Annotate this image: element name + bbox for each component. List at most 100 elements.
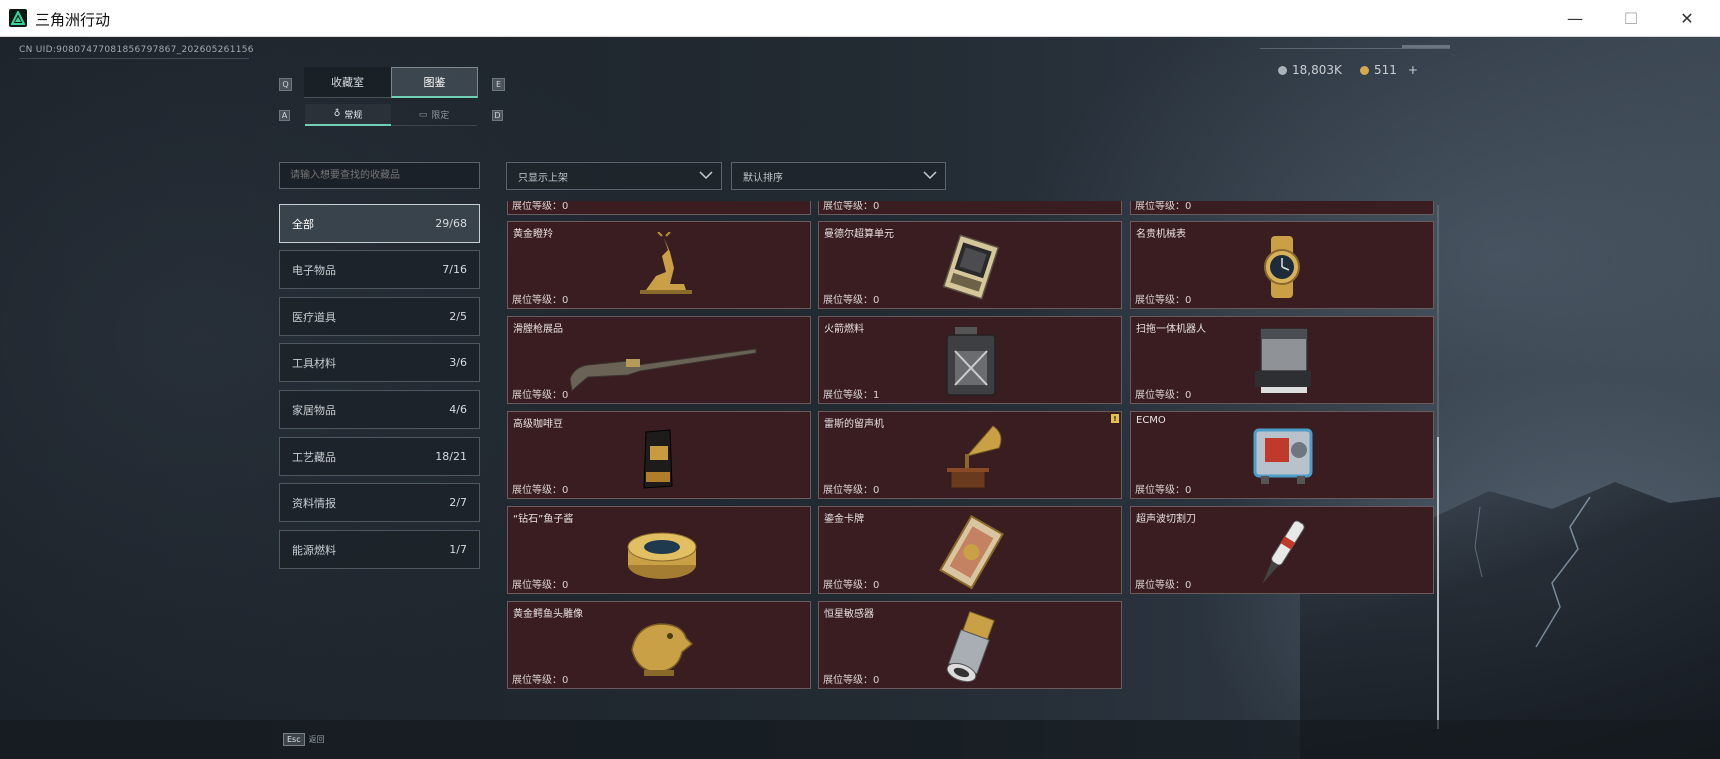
item-name: 超声波切割刀 xyxy=(1136,514,1196,525)
category-label: 电子物品 xyxy=(292,263,336,277)
chevron-down-icon xyxy=(923,171,937,180)
category-count: 1/7 xyxy=(449,543,467,556)
golden-gazelle-icon xyxy=(640,232,692,294)
back-label: 返回 xyxy=(308,734,325,744)
collection-grid: 展位等级：0 展位等级：0 展位等级：0 黄金瞪羚 展位等级：0 曼德尔超算单元 xyxy=(506,201,1436,729)
category-medical[interactable]: 医疗道具 2/5 xyxy=(279,297,480,336)
search-input[interactable] xyxy=(279,162,480,189)
item-name: ECMO xyxy=(1136,415,1166,426)
collection-card[interactable]: 黄金鳄鱼头雕像 展位等级：0 xyxy=(507,601,811,689)
booth-level: 展位等级：0 xyxy=(1135,580,1192,591)
window-title: 三角洲行动 xyxy=(35,11,111,29)
item-name: 鎏金卡牌 xyxy=(824,514,864,525)
dropdown-value: 只显示上架 xyxy=(518,172,568,184)
category-label: 全部 xyxy=(292,217,314,231)
collection-card[interactable]: 展位等级：0 xyxy=(818,201,1122,215)
category-label: 家居物品 xyxy=(292,403,336,417)
collection-card[interactable]: 滑膛枪展品 展位等级：0 xyxy=(507,316,811,404)
maximize-button[interactable]: ☐ xyxy=(1608,0,1654,37)
collection-card[interactable]: 恒星敏感器 展位等级：0 xyxy=(818,601,1122,689)
category-count: 7/16 xyxy=(442,263,467,276)
gold-coin-icon xyxy=(1360,65,1369,75)
booth-level: 展位等级：0 xyxy=(512,295,569,306)
add-currency-button[interactable]: + xyxy=(1408,63,1418,77)
gilded-card-icon xyxy=(939,515,1004,590)
category-electronics[interactable]: 电子物品 7/16 xyxy=(279,250,480,289)
booth-level: 展位等级：0 xyxy=(823,295,880,306)
item-name: 黄金鳄鱼头雕像 xyxy=(513,609,583,620)
display-filter-dropdown[interactable]: 只显示上架 xyxy=(506,162,722,190)
collection-card[interactable]: 雷斯的留声机 ! 展位等级：0 xyxy=(818,411,1122,499)
collection-card[interactable]: “钻石”鱼子酱 展位等级：0 xyxy=(507,506,811,594)
category-label: 医疗道具 xyxy=(292,310,336,324)
divider xyxy=(19,58,249,59)
item-name: 黄金瞪羚 xyxy=(513,229,553,240)
tab-collection-room[interactable]: 收藏室 xyxy=(304,67,391,98)
collection-card[interactable]: 扫拖一体机器人 展位等级：0 xyxy=(1130,316,1434,404)
gramophone-icon xyxy=(947,425,1002,489)
category-all[interactable]: 全部 29/68 xyxy=(279,204,480,243)
collection-card[interactable]: 黄金瞪羚 展位等级：0 xyxy=(507,221,811,309)
item-name: 名贵机械表 xyxy=(1136,229,1186,240)
collection-card[interactable]: 超声波切割刀 展位等级：0 xyxy=(1130,506,1434,594)
collection-card[interactable]: 展位等级：0 xyxy=(1130,201,1434,215)
currency-amount: 18,803K xyxy=(1292,63,1342,77)
subtab-label: 限定 xyxy=(431,111,450,121)
player-uid: CN UID:90807477081856797867_202605261156 xyxy=(19,45,254,55)
booth-level: 展位等级：0 xyxy=(823,485,880,496)
warning-icon: ! xyxy=(1111,414,1119,423)
subtab-limited[interactable]: ▭ 限定 xyxy=(391,104,477,126)
collection-card[interactable]: 鎏金卡牌 展位等级：0 xyxy=(818,506,1122,594)
subtab-regular[interactable]: ♁ 常规 xyxy=(305,104,391,126)
category-label: 工艺藏品 xyxy=(292,450,336,464)
divider xyxy=(1260,48,1450,49)
category-label: 资料情报 xyxy=(292,496,336,510)
collection-card[interactable]: 展位等级：0 xyxy=(507,201,811,215)
collection-card[interactable]: 名贵机械表 展位等级：0 xyxy=(1130,221,1434,309)
collection-card[interactable]: 火箭燃料 展位等级：1 xyxy=(818,316,1122,404)
collection-card[interactable]: 高级咖啡豆 展位等级：0 xyxy=(507,411,811,499)
item-name: 火箭燃料 xyxy=(824,324,864,335)
coffee-beans-icon xyxy=(643,429,673,489)
cleaning-robot-icon xyxy=(1255,328,1311,393)
ultrasonic-cutter-icon xyxy=(1262,520,1305,584)
rocket-fuel-icon xyxy=(946,327,996,396)
dropdown-value: 默认排序 xyxy=(743,172,783,184)
category-tools[interactable]: 工具材料 3/6 xyxy=(279,343,480,382)
collection-card[interactable]: 曼德尔超算单元 展位等级：0 xyxy=(818,221,1122,309)
minimize-button[interactable]: — xyxy=(1552,0,1598,37)
category-count: 4/6 xyxy=(449,403,467,416)
supercomputer-unit-icon xyxy=(942,234,1000,300)
scrollbar-thumb[interactable] xyxy=(1437,437,1439,729)
crocodile-statue-icon xyxy=(631,623,694,676)
category-intel[interactable]: 资料情报 2/7 xyxy=(279,483,480,522)
lightning-decoration xyxy=(1474,496,1591,648)
item-name: 恒星敏感器 xyxy=(824,609,874,620)
category-household[interactable]: 家居物品 4/6 xyxy=(279,390,480,429)
esc-key-hint: Esc xyxy=(283,732,305,746)
category-count: 2/7 xyxy=(449,496,467,509)
category-crafts[interactable]: 工艺藏品 18/21 xyxy=(279,437,480,476)
booth-level: 展位等级：0 xyxy=(1135,201,1192,212)
back-button[interactable]: Esc 返回 xyxy=(283,731,325,747)
flask-icon: ♁ xyxy=(333,109,341,119)
booth-level: 展位等级：0 xyxy=(512,580,569,591)
caviar-icon xyxy=(627,532,697,579)
sort-dropdown[interactable]: 默认排序 xyxy=(731,162,946,190)
key-hint-q: Q xyxy=(279,78,292,91)
close-button[interactable]: ✕ xyxy=(1664,0,1710,37)
category-count: 29/68 xyxy=(435,217,467,230)
booth-level: 展位等级：0 xyxy=(512,201,569,212)
chevron-down-icon xyxy=(699,171,713,180)
category-energy[interactable]: 能源燃料 1/7 xyxy=(279,530,480,569)
currency-amount: 511 xyxy=(1374,63,1397,77)
luxury-watch-icon xyxy=(1264,236,1300,298)
collection-card[interactable]: ECMO 展位等级：0 xyxy=(1130,411,1434,499)
category-count: 18/21 xyxy=(435,450,467,463)
musket-icon xyxy=(569,348,757,393)
ecmo-icon xyxy=(1253,428,1313,484)
currency-premium: 511 + xyxy=(1360,63,1418,77)
tab-codex[interactable]: 图鉴 xyxy=(391,67,478,98)
booth-level: 展位等级：0 xyxy=(1135,295,1192,306)
item-name: 滑膛枪展品 xyxy=(513,324,563,335)
